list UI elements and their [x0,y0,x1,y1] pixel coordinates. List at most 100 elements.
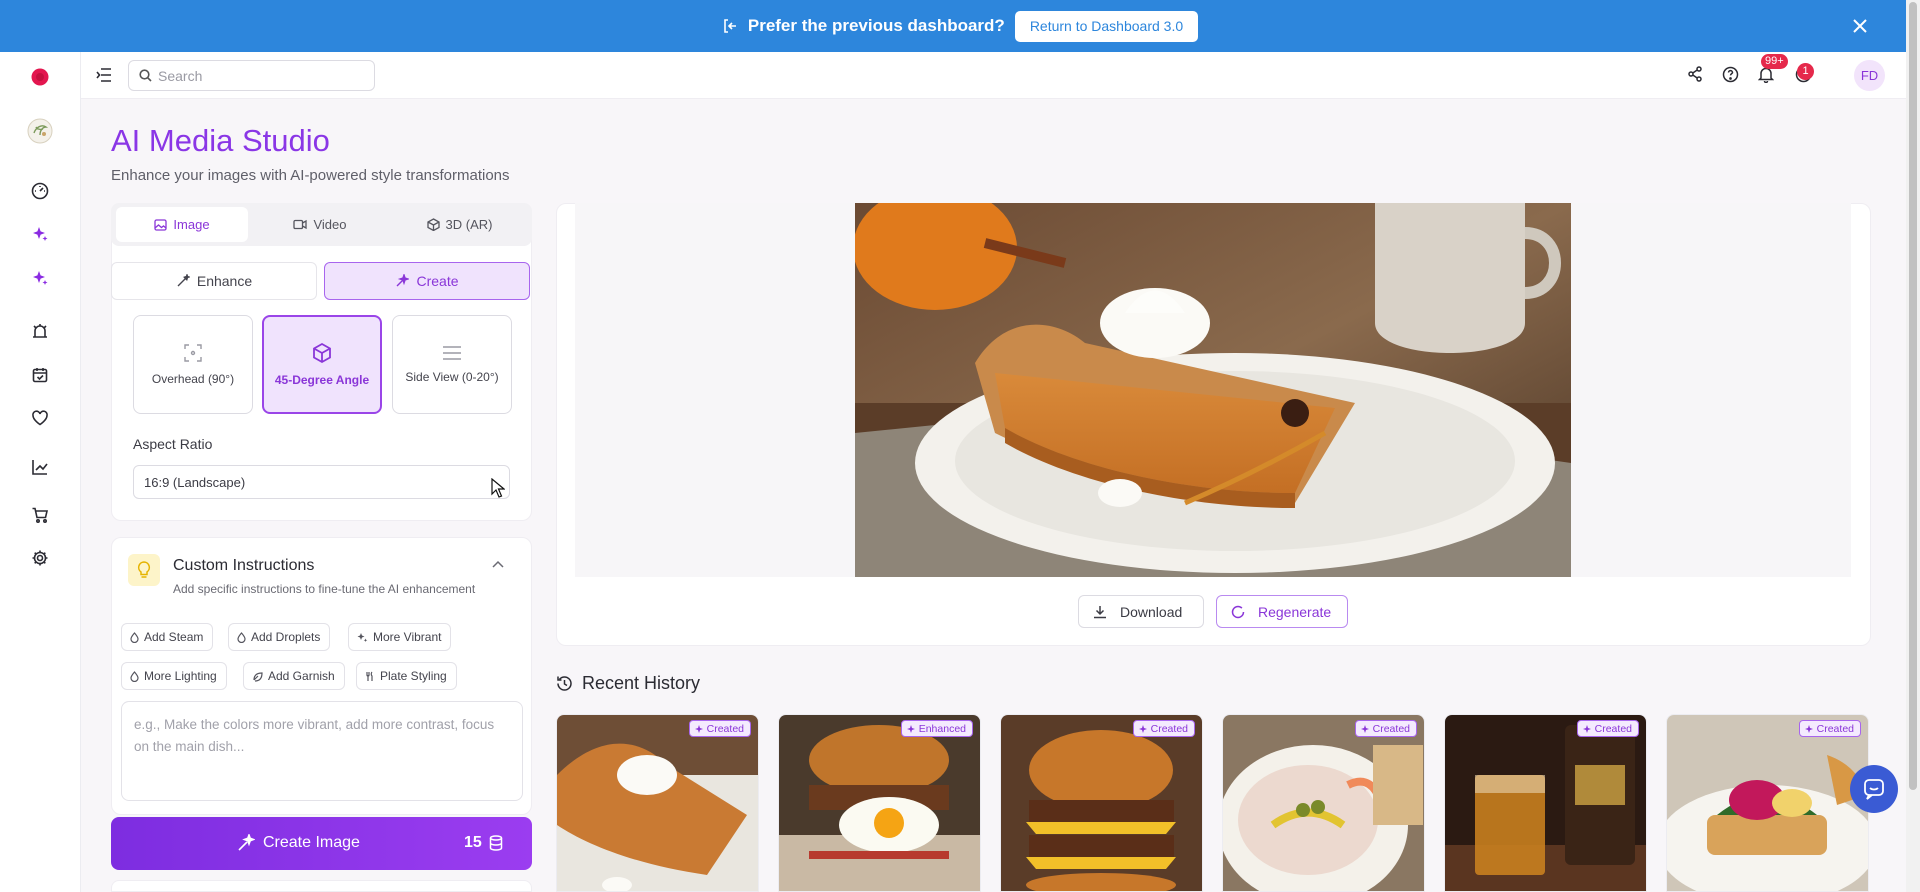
tab-3d-label: 3D (AR) [445,217,493,232]
created-badge: Created [1354,720,1417,737]
app-logo[interactable] [28,65,52,89]
overhead-icon [183,343,203,372]
tab-image[interactable]: Image [116,207,248,242]
calendar-check-icon[interactable] [28,363,52,387]
created-badge: Created [688,720,751,737]
recent-history-title: Recent History [582,673,701,693]
utensils-icon [365,671,380,682]
regenerate-label: Regenerate [1258,603,1332,620]
return-dashboard-button[interactable]: Return to Dashboard 3.0 [1014,10,1199,42]
mouse-cursor-icon [491,478,505,498]
history-item[interactable]: Created [1444,714,1647,892]
tag-label: Created [706,722,744,735]
sparkle-icon [1360,724,1373,733]
notification-count-badge: 99+ [1761,54,1788,69]
aspect-ratio-label: Aspect Ratio [133,436,213,452]
next-panel [111,880,532,892]
download-icon [1093,605,1120,619]
menu-collapse-icon[interactable] [93,64,115,86]
created-badge: Created [1576,720,1639,737]
chat-icon [1863,778,1885,800]
angle-side-label: Side View (0-20°) [405,369,499,384]
chevron-up-icon[interactable] [492,560,504,568]
alarm-icon[interactable] [28,319,52,343]
chip-label: Add Steam [144,630,204,644]
sparkle-icon [1138,724,1151,733]
search-icon [139,69,152,82]
magic-wand-icon [176,274,197,288]
credit-count: 15 [464,834,482,851]
regenerate-button[interactable]: Regenerate [1216,595,1348,628]
banner-message: Prefer the previous dashboard? [747,16,1005,35]
close-icon[interactable] [1848,14,1872,38]
chip-more-vibrant[interactable]: More Vibrant [348,623,452,651]
custom-instructions-title: Custom Instructions [173,557,315,574]
tag-label: Enhanced [918,722,966,735]
tab-3d-ar[interactable]: 3D (AR) [392,207,527,242]
tag-label: Created [1594,722,1632,735]
cube-icon [426,218,446,231]
dashboard-icon[interactable] [28,179,52,203]
angle-45-degree-option[interactable]: 45-Degree Angle [262,315,382,414]
page-subtitle: Enhance your images with AI-powered styl… [111,167,510,184]
image-icon [154,218,173,231]
cart-icon[interactable] [28,503,52,527]
settings-icon[interactable] [28,546,52,570]
history-item[interactable]: Created [1000,714,1203,892]
custom-instructions-subtitle: Add specific instructions to fine-tune t… [173,582,476,596]
analytics-icon[interactable] [28,455,52,479]
enhanced-badge: Enhanced [900,720,973,737]
wand-icon [906,724,919,733]
aspect-ratio-select[interactable]: 16:9 (Landscape) [133,465,510,499]
created-badge: Created [1132,720,1195,737]
search-bar[interactable] [128,60,375,91]
angle-side-view-option[interactable]: Side View (0-20°) [392,315,512,414]
custom-instructions-textarea[interactable] [121,701,523,801]
sun-icon [130,670,144,682]
chip-add-garnish[interactable]: Add Garnish [243,662,345,690]
aspect-ratio-value: 16:9 (Landscape) [144,474,246,490]
lightbulb-icon [128,554,160,586]
create-label: Create [416,273,459,289]
tab-video[interactable]: Video [254,207,386,242]
history-item[interactable]: Enhanced [778,714,981,892]
chip-add-droplets[interactable]: Add Droplets [228,623,331,651]
create-image-button[interactable]: Create Image 15 [111,817,532,870]
tab-video-label: Video [313,217,347,232]
help-icon[interactable] [1719,63,1741,85]
sparkle-icon [1804,724,1817,733]
chat-support-button[interactable] [1850,765,1898,813]
angle-45-label: 45-Degree Angle [274,372,370,387]
tag-label: Created [1816,722,1854,735]
droplet-icon [237,631,251,643]
heart-icon[interactable] [28,406,52,430]
sparkle-icon [694,724,707,733]
cube-icon [311,342,333,373]
chip-more-lighting[interactable]: More Lighting [121,662,227,690]
angle-overhead-option[interactable]: Overhead (90°) [133,315,253,414]
share-icon[interactable] [1684,63,1706,85]
page-title: AI Media Studio [111,123,330,158]
history-item[interactable]: Created [1666,714,1869,892]
user-avatar[interactable]: FD [1854,60,1885,91]
history-item[interactable]: Created [556,714,759,892]
download-button[interactable]: Download [1078,595,1204,628]
exit-icon [722,18,738,34]
sparkle-icon[interactable] [28,222,52,246]
history-item[interactable]: Created [1222,714,1425,892]
ai-studio-icon[interactable] [28,266,52,290]
enhance-mode-button[interactable]: Enhance [111,262,317,300]
sparkle-icon [1582,724,1595,733]
chip-plate-styling[interactable]: Plate Styling [356,662,457,690]
search-input[interactable] [158,67,358,84]
chip-add-steam[interactable]: Add Steam [121,623,214,651]
create-mode-button[interactable]: Create [324,262,530,300]
dashboard-banner: Prefer the previous dashboard? Return to… [0,0,1920,52]
workspace-logo[interactable] [25,116,55,146]
sparkle-wand-icon [395,274,416,288]
chip-label: Add Droplets [251,630,321,644]
refresh-icon [1231,605,1258,619]
scrollbar-thumb[interactable] [1909,2,1917,790]
generated-image[interactable] [855,203,1571,577]
create-image-label: Create Image [263,834,360,851]
